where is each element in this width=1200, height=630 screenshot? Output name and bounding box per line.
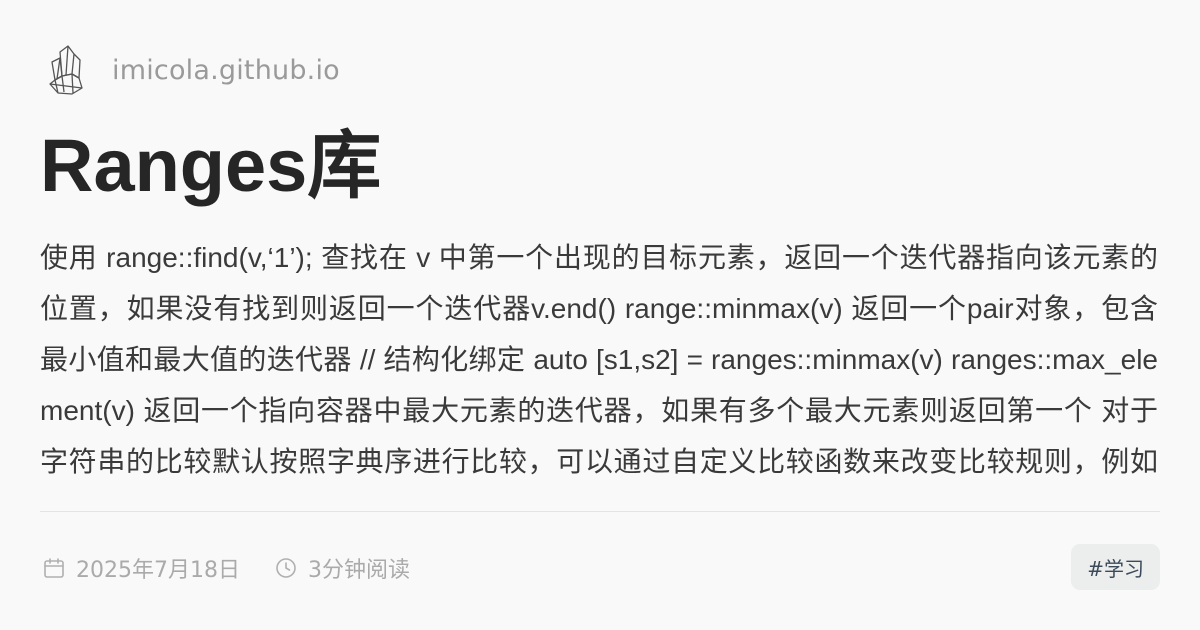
reading-time: 3分钟阅读 — [274, 552, 410, 584]
site-header[interactable]: imicola.github.io — [46, 42, 340, 98]
post-date: 2025年7月18日 — [42, 552, 240, 584]
divider — [40, 511, 1160, 512]
post-meta: 2025年7月18日 3分钟阅读 — [42, 548, 410, 588]
post-date-text: 2025年7月18日 — [76, 558, 240, 583]
post-excerpt: 使用 range::find(v,‘1’); 查找在 v 中第一个出现的目标元素… — [40, 242, 1158, 477]
og-card: imicola.github.io Ranges库 使用 range::find… — [0, 0, 1200, 630]
site-name[interactable]: imicola.github.io — [112, 55, 340, 86]
clock-icon — [276, 558, 296, 578]
crystal-cluster-icon — [49, 45, 83, 95]
calendar-icon — [44, 558, 64, 578]
post-title[interactable]: Ranges库 — [40, 122, 381, 210]
reading-time-text: 3分钟阅读 — [307, 558, 410, 583]
post-tag[interactable]: #学习 — [1071, 544, 1160, 590]
